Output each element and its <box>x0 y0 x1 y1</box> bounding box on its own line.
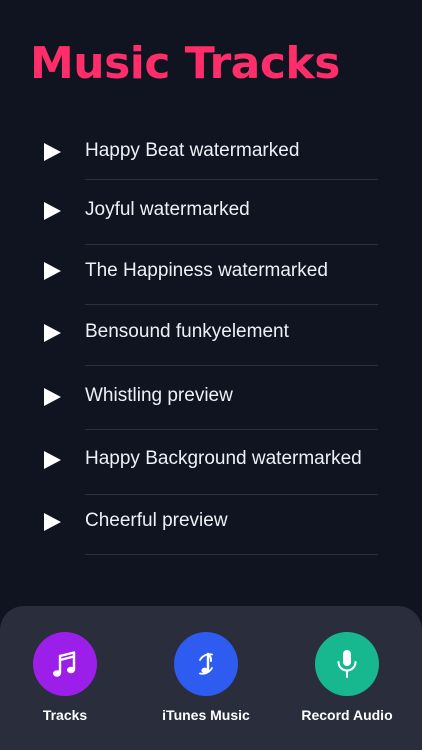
track-row[interactable]: Happy Beat watermarked <box>0 120 422 180</box>
tab-record-audio-label: Record Audio <box>301 707 393 723</box>
tab-itunes-music-label: iTunes Music <box>162 707 250 723</box>
track-label: The Happiness watermarked <box>85 260 328 281</box>
tab-bar: Tracks iTunes Music Record Audio <box>0 606 422 750</box>
play-icon[interactable] <box>44 324 61 342</box>
play-icon[interactable] <box>44 388 61 406</box>
play-icon[interactable] <box>44 451 61 469</box>
track-row[interactable]: Happy Background watermarked <box>0 430 422 495</box>
track-label: Joyful watermarked <box>85 199 250 220</box>
track-label: Bensound funkyelement <box>85 321 289 342</box>
tracks-tab-button[interactable] <box>33 632 97 696</box>
play-icon[interactable] <box>44 202 61 220</box>
music-note-icon <box>53 651 76 677</box>
itunes-music-tab-button[interactable] <box>174 632 238 696</box>
tab-tracks[interactable]: Tracks <box>0 606 135 750</box>
play-icon[interactable] <box>44 143 61 161</box>
track-label: Cheerful preview <box>85 510 228 531</box>
track-label: Happy Beat watermarked <box>85 140 300 161</box>
microphone-icon <box>337 650 357 678</box>
tab-tracks-label: Tracks <box>42 707 88 723</box>
track-row[interactable]: Bensound funkyelement <box>0 305 422 366</box>
play-icon[interactable] <box>44 262 61 280</box>
play-icon[interactable] <box>44 513 61 531</box>
tab-itunes-music[interactable]: iTunes Music <box>136 606 276 750</box>
track-label: Happy Background watermarked <box>85 448 362 469</box>
track-row[interactable]: Whistling preview <box>0 366 422 430</box>
page-title: Music Tracks <box>30 38 340 89</box>
track-label: Whistling preview <box>85 385 233 406</box>
track-row[interactable]: Joyful watermarked <box>0 180 422 245</box>
divider <box>85 554 378 555</box>
itunes-note-icon <box>199 652 213 675</box>
track-row[interactable]: Cheerful preview <box>0 495 422 555</box>
record-audio-tab-button[interactable] <box>315 632 379 696</box>
tab-record-audio[interactable]: Record Audio <box>277 606 417 750</box>
track-row[interactable]: The Happiness watermarked <box>0 245 422 305</box>
